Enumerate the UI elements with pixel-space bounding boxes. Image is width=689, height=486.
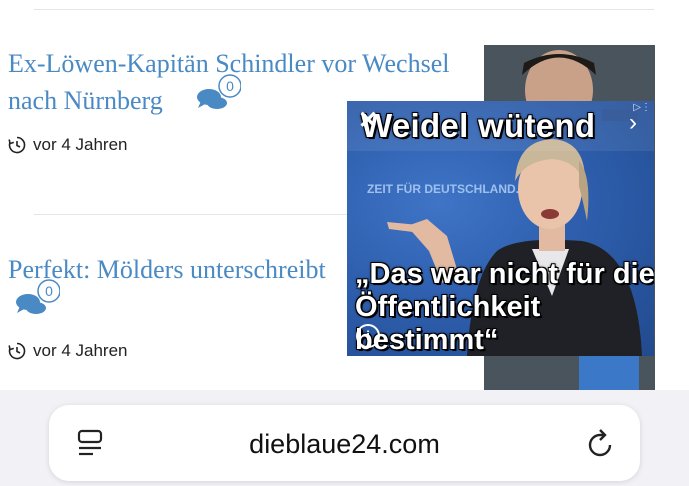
comment-count: 0 (226, 78, 234, 94)
url-text[interactable]: dieblaue24.com (49, 429, 640, 460)
comments-icon[interactable]: 0 (14, 278, 60, 314)
ad-banner[interactable]: ZEIT FÜR DEUTSCHLAND. Weidel wütend „Das… (347, 101, 654, 356)
article-time: vor 4 Jahren (8, 135, 128, 155)
ad-quote[interactable]: „Das war nicht für die Öffentlichkeit be… (355, 258, 654, 356)
ad-headline[interactable]: Weidel wütend (361, 107, 595, 145)
article-title-line[interactable]: nach Nürnberg (8, 86, 163, 115)
info-icon[interactable]: i (356, 324, 380, 348)
comment-count: 0 (45, 283, 53, 299)
comments-icon[interactable]: 0 (195, 73, 241, 109)
time-label: vor 4 Jahren (33, 341, 128, 360)
article-time: vor 4 Jahren (8, 341, 128, 361)
close-icon[interactable]: ✕ (356, 109, 380, 133)
ad-choices-icon[interactable]: ▷⋮ (625, 102, 651, 114)
top-divider (34, 9, 654, 10)
poster-text: ZEIT FÜR DEUTSCHLAND. (367, 181, 519, 196)
clock-icon (8, 342, 26, 360)
clock-icon (8, 136, 26, 154)
address-bar[interactable]: dieblaue24.com (49, 405, 640, 481)
time-label: vor 4 Jahren (33, 135, 128, 154)
reload-icon[interactable] (586, 427, 616, 459)
